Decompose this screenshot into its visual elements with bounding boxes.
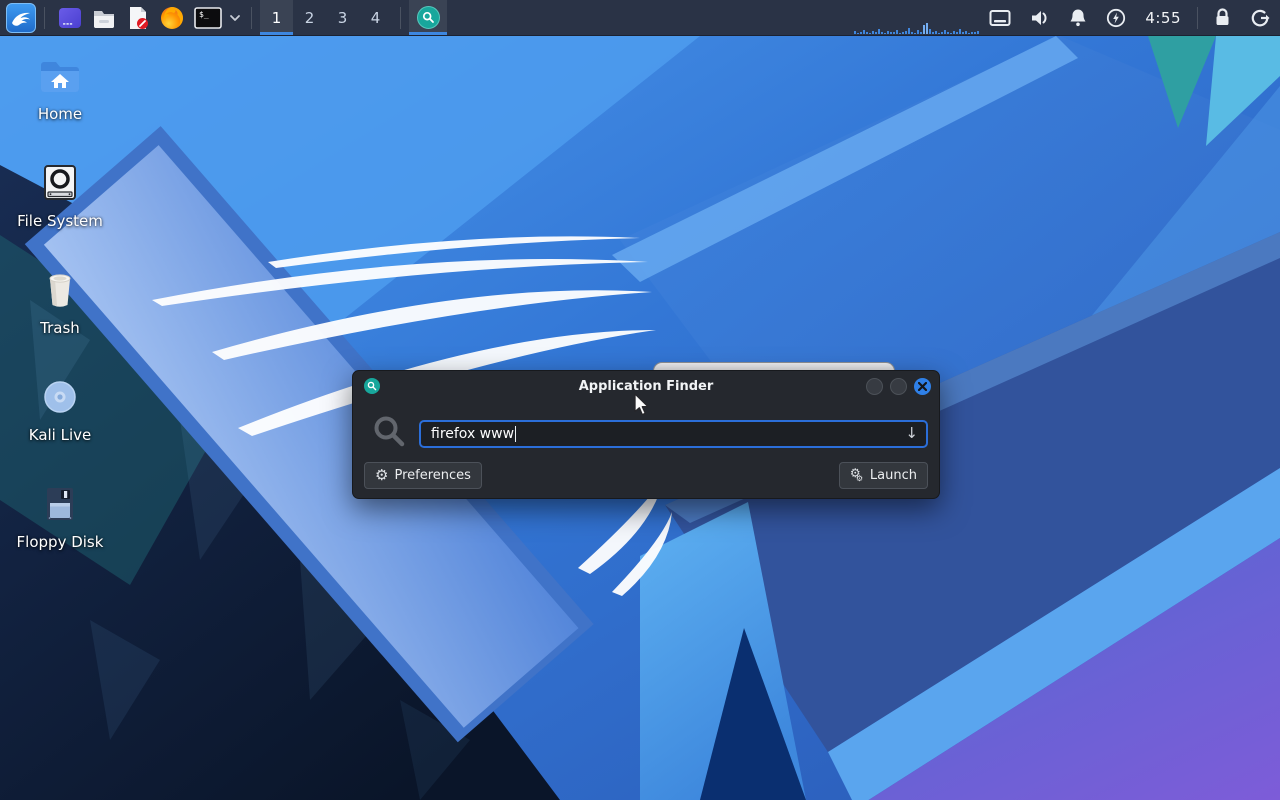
launcher-text-editor[interactable] [123, 3, 153, 33]
top-panel: $_ 1 2 3 4 4:55 [0, 0, 1280, 36]
launcher-firefox[interactable] [157, 3, 187, 33]
app-finder-launcher[interactable] [409, 0, 447, 35]
launch-button-label: Launch [869, 468, 917, 483]
launch-button[interactable]: ⚙ ⚙ Launch [838, 462, 928, 489]
panel-separator [400, 6, 401, 29]
preferences-button-label: Preferences [394, 468, 471, 483]
text-caret [515, 426, 517, 442]
display-icon [989, 9, 1011, 26]
window-title: Application Finder [578, 379, 714, 394]
launcher-window-switcher[interactable] [55, 3, 85, 33]
maximize-button[interactable] [890, 378, 907, 395]
launcher-terminal[interactable]: $_ [191, 3, 225, 33]
bell-icon [1070, 9, 1086, 27]
screen-lock-button[interactable] [1214, 8, 1231, 27]
cd-disc-icon [44, 381, 76, 413]
launcher-file-manager[interactable] [89, 3, 119, 33]
close-icon [918, 382, 927, 391]
home-folder-icon [41, 62, 79, 92]
terminal-icon: $_ [194, 6, 222, 29]
search-input[interactable]: firefox www ↓ [419, 420, 928, 448]
desktop-icon-label: Floppy Disk [16, 533, 104, 551]
desktop-icon-label: Trash [40, 319, 80, 337]
desktop-icon-trash[interactable]: Trash [12, 266, 108, 337]
clock[interactable]: 4:55 [1145, 9, 1181, 27]
preferences-button[interactable]: ⚙ Preferences [364, 462, 482, 489]
power-bolt-icon [1107, 8, 1126, 27]
workspace-button-4[interactable]: 4 [359, 0, 392, 35]
desktop-icon-floppy-disk[interactable]: Floppy Disk [12, 480, 108, 551]
search-circle-icon [416, 6, 440, 29]
volume-icon [1032, 10, 1047, 25]
panel-separator [1197, 6, 1198, 29]
search-icon [374, 416, 405, 447]
desktop-icon-label: File System [17, 212, 103, 230]
file-manager-icon [94, 10, 114, 28]
application-finder-window: Application Finder firefox www ↓ ⚙ Prefe… [352, 370, 940, 499]
dropdown-arrow-icon[interactable]: ↓ [905, 426, 918, 441]
text-editor-icon [130, 6, 148, 29]
desktop-icon-kali-live[interactable]: Kali Live [12, 373, 108, 444]
panel-separator [44, 6, 45, 29]
trash-can-icon [49, 274, 71, 307]
desktop-icon-file-system[interactable]: File System [12, 159, 108, 230]
kali-dragon-icon [12, 12, 30, 26]
lock-icon [1216, 8, 1229, 25]
window-switcher-icon [59, 7, 81, 28]
floppy-disk-icon [47, 488, 73, 520]
search-input-value: firefox www [431, 426, 515, 442]
logout-button[interactable] [1250, 8, 1270, 28]
close-button[interactable] [914, 378, 931, 395]
notifications-indicator[interactable] [1069, 8, 1087, 27]
firefox-icon [161, 6, 183, 29]
panel-graph[interactable] [854, 21, 980, 34]
terminal-prompt-text: $_ [199, 10, 209, 19]
desktop-icon-home[interactable]: Home [12, 52, 108, 123]
display-indicator[interactable] [989, 9, 1011, 27]
workspace-button-2[interactable]: 2 [293, 0, 326, 35]
titlebar[interactable]: Application Finder [353, 371, 939, 401]
workspace-button-1[interactable]: 1 [260, 0, 293, 35]
volume-indicator[interactable] [1030, 9, 1050, 27]
desktop-icon-label: Home [37, 105, 83, 123]
terminal-dropdown-chevron[interactable] [229, 14, 241, 22]
desktop-icon-label: Kali Live [28, 426, 92, 444]
gear-icon: ⚙ [375, 466, 389, 484]
chevron-down-icon [230, 14, 240, 21]
panel-separator [251, 6, 252, 29]
workspace-button-3[interactable]: 3 [326, 0, 359, 35]
minimize-button[interactable] [866, 378, 883, 395]
hard-disk-icon [44, 165, 76, 200]
applications-menu-button[interactable] [6, 2, 36, 33]
logout-icon [1251, 9, 1270, 26]
gears-run-icon: ⚙ ⚙ [849, 466, 864, 483]
power-manager-indicator[interactable] [1106, 8, 1126, 28]
